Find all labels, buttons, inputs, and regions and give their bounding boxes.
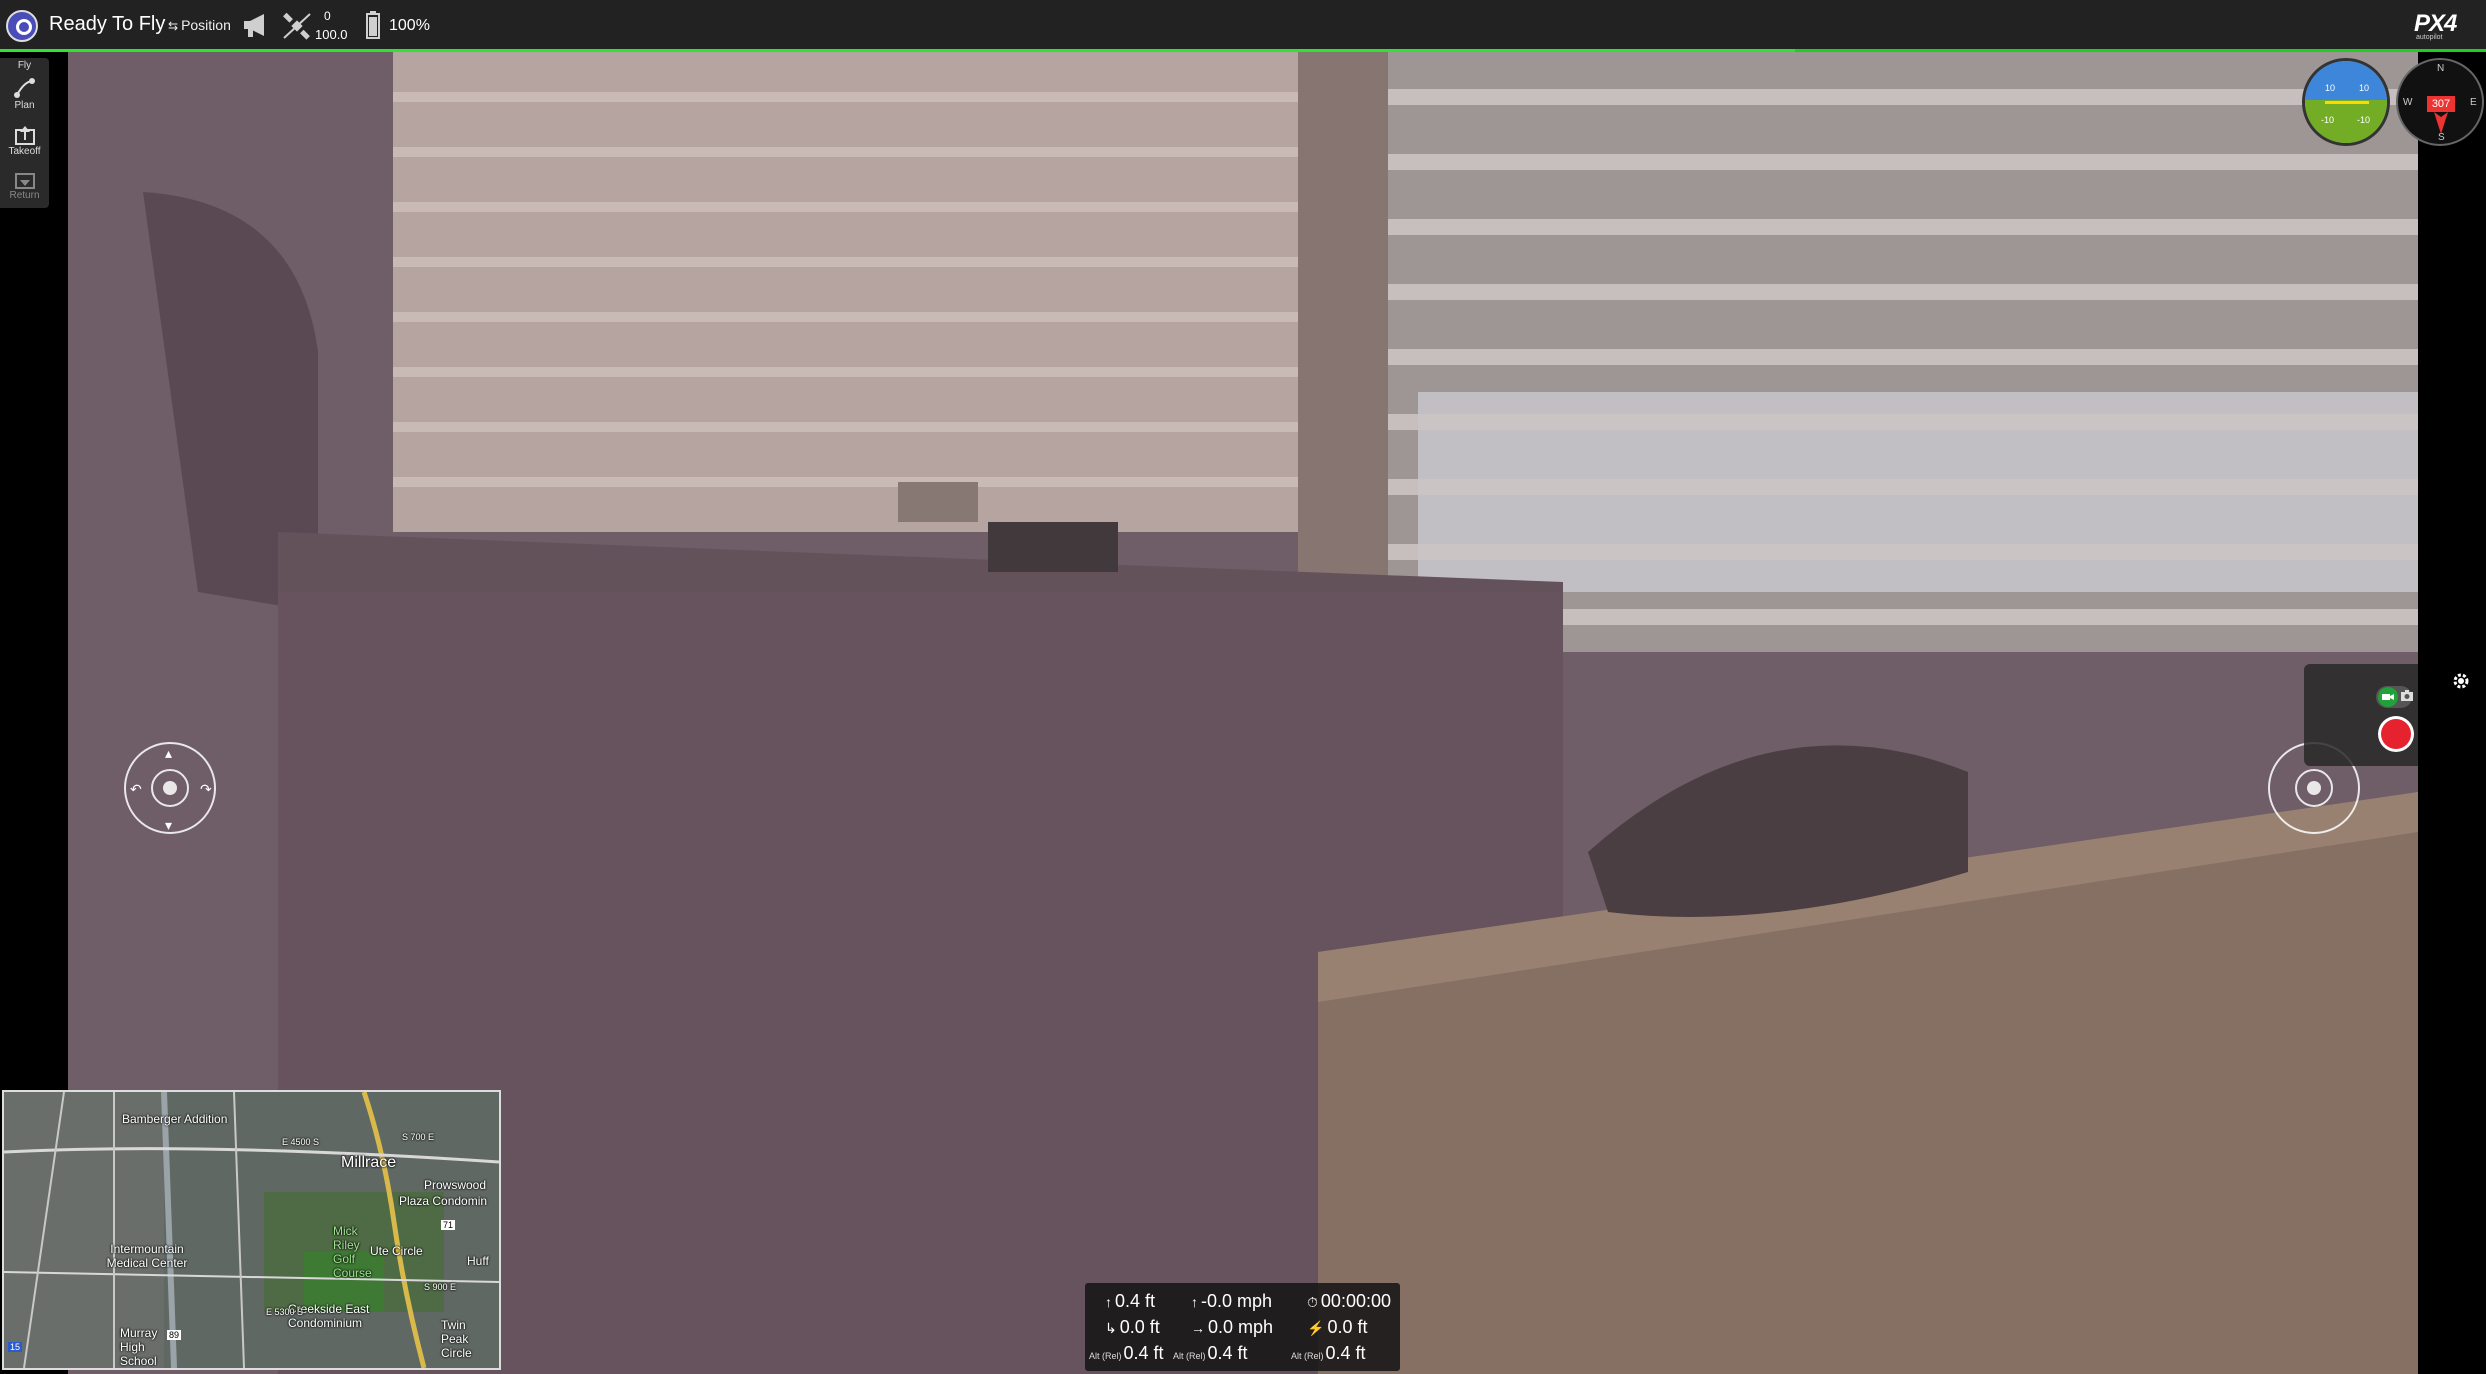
altitude-value: ↑ 0.4 ft bbox=[1105, 1291, 1156, 1311]
alt-rel-value: Alt (Rel) 0.4 ft bbox=[1173, 1343, 1248, 1363]
mini-map[interactable]: Bamberger Addition Millrace Prowswood Pl… bbox=[2, 1090, 501, 1370]
pitch-down-label-left: -10 bbox=[2321, 115, 2335, 125]
joystick-thumb[interactable] bbox=[163, 781, 177, 795]
map-label: Plaza Condomin bbox=[399, 1194, 488, 1208]
alt-rel-value: Alt (Rel) 0.4 ft bbox=[1089, 1343, 1164, 1363]
attitude-indicator[interactable]: 10 10 -10 -10 bbox=[2302, 58, 2390, 146]
record-button[interactable] bbox=[2378, 716, 2414, 752]
arrow-down-icon: ▾ bbox=[165, 817, 173, 833]
map-label: Huff bbox=[467, 1254, 489, 1268]
arrow-up-icon: ▴ bbox=[165, 745, 173, 761]
flight-mode-selector[interactable]: ⇆ Position bbox=[168, 17, 231, 33]
compass[interactable]: N E S W 307 bbox=[2396, 58, 2484, 146]
takeoff-icon bbox=[14, 126, 35, 145]
plan-button[interactable]: Plan bbox=[0, 76, 49, 111]
takeoff-button[interactable]: Takeoff bbox=[0, 124, 49, 157]
vehicle-status[interactable]: Ready To Fly bbox=[49, 13, 165, 36]
altitude-arrow-icon: ↑ bbox=[1105, 1294, 1112, 1310]
megaphone-icon[interactable] bbox=[242, 11, 272, 39]
pitch-up-label-left: 10 bbox=[2325, 83, 2336, 93]
top-toolbar: Ready To Fly ⇆ Position 0 100.0 100% PX4 a… bbox=[0, 0, 2486, 52]
vertical-speed-value: ↑ -0.0 mph bbox=[1191, 1291, 1273, 1311]
alt-rel-value: Alt (Rel) 0.4 ft bbox=[1291, 1343, 1366, 1363]
gps-satellite-icon[interactable] bbox=[282, 12, 312, 40]
map-label: E 5300 S bbox=[266, 1307, 304, 1317]
map-label: Bamberger Addition bbox=[122, 1112, 228, 1126]
map-route-shield: 89 bbox=[167, 1330, 182, 1340]
plan-icon bbox=[13, 78, 35, 98]
telemetry-panel[interactable]: ↑ 0.4 ft ↑ -0.0 mph ⏱ 00:00:00 ↳ 0.0 ft → 0.0… bbox=[1085, 1283, 1400, 1371]
return-label: Return bbox=[9, 190, 40, 201]
rotate-right-icon: ↷ bbox=[200, 781, 212, 797]
map-label: Mick Riley Golf Course bbox=[333, 1224, 372, 1280]
map-label: Twin Peak Circle bbox=[441, 1318, 472, 1360]
distance-to-home-value: ⚡ 0.0 ft bbox=[1307, 1317, 1368, 1337]
map-label: Ute Circle bbox=[370, 1244, 423, 1258]
flight-time-value: ⏱ 00:00:00 bbox=[1307, 1291, 1391, 1311]
camera-control-panel bbox=[2304, 664, 2418, 766]
attitude-ground bbox=[2305, 100, 2387, 143]
joystick-thumb[interactable] bbox=[2307, 781, 2321, 795]
map-label: Creekside East Condominium bbox=[288, 1302, 370, 1330]
map-route-shield: 71 bbox=[441, 1220, 456, 1230]
compass-east: E bbox=[2470, 97, 2477, 108]
flight-mode-icon: ⇆ bbox=[168, 19, 179, 33]
return-icon bbox=[14, 173, 35, 189]
horizontal-speed-icon: → bbox=[1191, 1320, 1205, 1336]
compass-north: N bbox=[2437, 63, 2445, 74]
left-joystick[interactable]: ▴ ▾ ↶ ↷ bbox=[124, 742, 216, 834]
flight-mode-label: Position bbox=[181, 17, 231, 33]
timer-icon: ⏱ bbox=[1307, 1294, 1318, 1310]
vehicle-heading-arrow-icon bbox=[2434, 112, 2448, 134]
distance-value: ↳ 0.0 ft bbox=[1105, 1317, 1160, 1337]
rotate-left-icon: ↶ bbox=[130, 781, 142, 797]
map-label: Prowswood bbox=[424, 1178, 487, 1192]
px4-logo: PX4 autopilot bbox=[2414, 10, 2457, 41]
home-distance-icon: ⚡ bbox=[1307, 1320, 1325, 1336]
camera-settings-gear-icon[interactable] bbox=[2452, 672, 2470, 690]
aircraft-reference-bar bbox=[2325, 101, 2369, 104]
gps-satellite-count: 0 bbox=[324, 9, 331, 23]
battery-percentage: 100% bbox=[389, 17, 430, 34]
takeoff-label: Takeoff bbox=[8, 146, 41, 157]
map-label: S 900 E bbox=[424, 1282, 457, 1292]
map-label: S 700 E bbox=[402, 1132, 435, 1142]
compass-west: W bbox=[2403, 97, 2413, 108]
pitch-down-label-right: -10 bbox=[2357, 115, 2371, 125]
map-label: Intermountain Medical Center bbox=[106, 1242, 188, 1270]
plan-label: Plan bbox=[14, 100, 35, 111]
photo-mode-icon[interactable] bbox=[2400, 688, 2414, 704]
vertical-speed-icon: ↑ bbox=[1191, 1294, 1198, 1310]
qgc-logo-icon[interactable] bbox=[6, 10, 38, 42]
battery-icon[interactable] bbox=[366, 11, 380, 39]
pitch-up-label-right: 10 bbox=[2359, 83, 2370, 93]
video-mode-icon[interactable] bbox=[2378, 687, 2398, 707]
gps-hdop: 100.0 bbox=[315, 27, 348, 42]
map-label: E 4500 S bbox=[282, 1137, 320, 1147]
map-label: Millrace bbox=[341, 1154, 397, 1171]
return-button[interactable]: Return bbox=[0, 168, 49, 201]
tool-strip-title: Fly bbox=[17, 60, 32, 71]
fly-tool-strip: Fly Plan Takeoff Return bbox=[0, 58, 49, 208]
attitude-sky bbox=[2305, 61, 2387, 101]
horizontal-speed-value: → 0.0 mph bbox=[1191, 1317, 1274, 1337]
map-route-shield: 15 bbox=[8, 1342, 23, 1352]
distance-icon: ↳ bbox=[1105, 1320, 1117, 1336]
toolbar-progress-bar bbox=[0, 49, 1795, 52]
